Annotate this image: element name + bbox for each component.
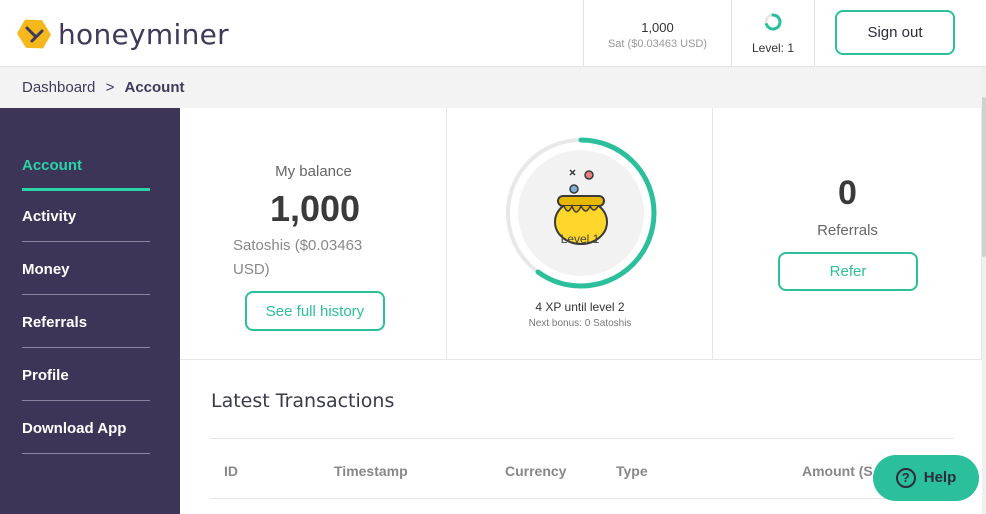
page-scrollbar[interactable] [982, 67, 986, 514]
sidebar-item-money[interactable]: Money [22, 242, 150, 295]
column-header-currency[interactable]: Currency [505, 463, 566, 479]
level-progress-ring [505, 137, 657, 289]
next-bonus: Next bonus: 0 Satoshis [528, 318, 632, 329]
sidebar-item-activity[interactable]: Activity [22, 189, 150, 242]
balance-title: My balance [275, 163, 352, 180]
breadcrumb-separator: > [105, 79, 115, 96]
column-header-amount[interactable]: Amount (S [802, 463, 873, 479]
refer-button[interactable]: Refer [778, 252, 918, 291]
breadcrumb: Dashboard > Account [0, 67, 986, 108]
level-progress-icon [764, 13, 782, 31]
logo-wordmark: honeyminer [58, 17, 229, 51]
help-label: Help [923, 468, 957, 486]
transactions-header-divider [210, 498, 954, 499]
question-icon: ? [895, 468, 916, 488]
header-level: Level: 1 [731, 0, 815, 66]
main-content: My balance 1,000 Satoshis ($0.03463 USD)… [180, 108, 986, 514]
see-full-history-button[interactable]: See full history [245, 291, 385, 331]
column-header-type[interactable]: Type [616, 463, 648, 479]
header-balance: 1,000 Sat ($0.03463 USD) [583, 0, 731, 66]
sidebar: Account Activity Money Referrals Profile… [0, 108, 180, 514]
balance-card: My balance 1,000 Satoshis ($0.03463 USD)… [180, 108, 447, 360]
honeyminer-logo[interactable]: honeyminer [16, 14, 229, 54]
latest-transactions-title: Latest Transactions [211, 390, 395, 412]
level-ring-label: Level 1 [560, 232, 600, 246]
column-header-timestamp[interactable]: Timestamp [334, 463, 408, 479]
scrollbar-thumb[interactable] [982, 97, 986, 257]
sidebar-item-download-app[interactable]: Download App [22, 401, 150, 454]
header-level-label: Level: 1 [751, 41, 795, 55]
referrals-count: 0 [838, 174, 857, 212]
top-bar: honeyminer 1,000 Sat ($0.03463 USD) Leve… [0, 0, 986, 67]
breadcrumb-current: Account [124, 79, 185, 96]
sidebar-item-profile[interactable]: Profile [22, 348, 150, 401]
referrals-label: Referrals [817, 222, 878, 239]
header-balance-unit: Sat ($0.03463 USD) [607, 38, 708, 50]
breadcrumb-dashboard[interactable]: Dashboard [22, 79, 95, 96]
sign-out-button[interactable]: Sign out [835, 10, 955, 55]
transactions-divider [210, 438, 954, 439]
xp-until-next-level: 4 XP until level 2 [535, 300, 625, 314]
help-button[interactable]: ? Help [873, 455, 979, 501]
balance-value: 1,000 [269, 188, 361, 229]
header-balance-value: 1,000 [641, 20, 674, 35]
column-header-id[interactable]: ID [224, 463, 238, 479]
sidebar-item-account[interactable]: Account [22, 138, 150, 191]
referrals-card: 0 Referrals Refer [713, 108, 982, 360]
level-card: Level 1 4 XP until level 2 Next bonus: 0… [447, 108, 713, 360]
balance-unit: Satoshis ($0.03463 USD) [233, 237, 363, 278]
summary-cards: My balance 1,000 Satoshis ($0.03463 USD)… [180, 108, 982, 360]
sidebar-item-referrals[interactable]: Referrals [22, 295, 150, 348]
logo-icon [17, 19, 51, 49]
